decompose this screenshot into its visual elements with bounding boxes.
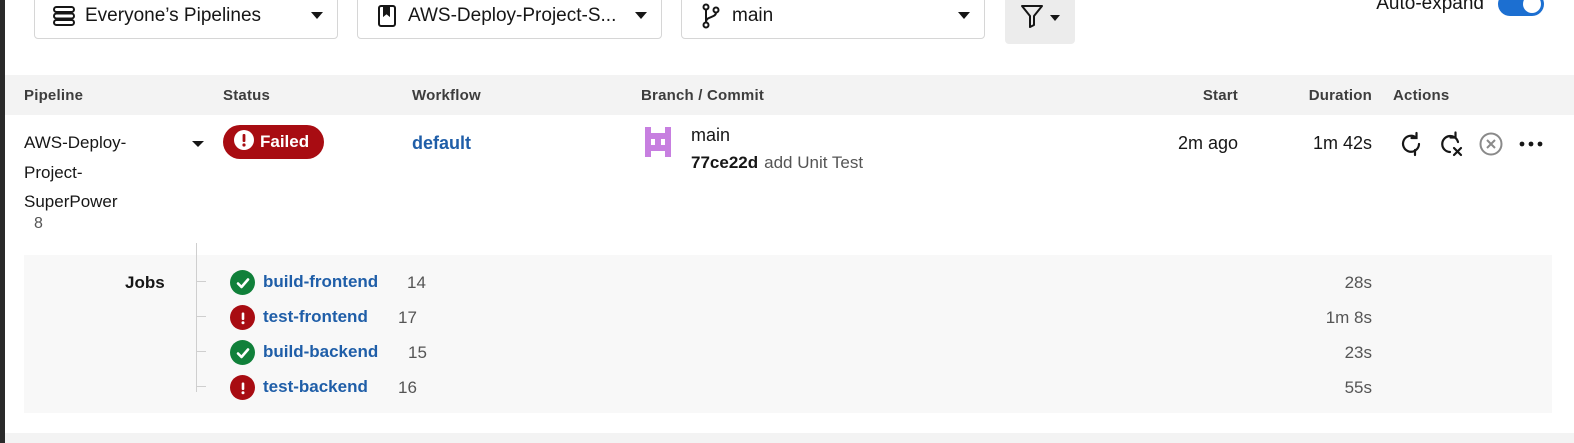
header-start: Start	[1202, 87, 1238, 104]
failed-icon	[230, 375, 255, 400]
duration: 1m 42s	[1312, 133, 1372, 153]
job-number: 15	[408, 343, 427, 362]
branch-name[interactable]: main	[691, 125, 730, 146]
rerun-failed-icon[interactable]	[1438, 131, 1464, 157]
job-duration: 28s	[1344, 273, 1372, 292]
commit-info: 77ce22d add Unit Test	[691, 153, 863, 173]
branch-dropdown-label: main	[732, 4, 774, 26]
table-header: Pipeline Status Workflow Branch / Commit…	[5, 75, 1574, 115]
workflow-link[interactable]: default	[412, 133, 471, 154]
start-time: 2m ago	[1177, 133, 1238, 153]
job-row: test-backend 16 55s	[24, 373, 1552, 403]
job-link[interactable]: test-frontend	[263, 307, 368, 327]
status-badge[interactable]: Failed	[223, 125, 325, 159]
branch-dropdown[interactable]: main	[681, 0, 985, 39]
header-branch-commit: Branch / Commit	[641, 87, 765, 104]
job-link[interactable]: build-backend	[263, 342, 378, 362]
header-workflow: Workflow	[412, 87, 481, 104]
tree-connector	[196, 386, 206, 387]
auto-expand-label: Auto-expand	[1376, 0, 1484, 14]
tree-connector	[196, 281, 206, 282]
pipelines-dropdown-label: Everyone’s Pipelines	[85, 4, 262, 26]
more-icon[interactable]	[1518, 131, 1544, 157]
filter-bar: Everyone’s Pipelines AWS-Deploy-Project-…	[0, 0, 1574, 75]
job-duration: 55s	[1344, 378, 1372, 397]
status-label: Failed	[260, 132, 310, 151]
chevron-down-icon	[1050, 15, 1060, 21]
git-branch-icon	[698, 3, 724, 29]
job-link[interactable]: test-backend	[263, 377, 368, 397]
success-icon	[230, 340, 255, 365]
job-duration: 23s	[1344, 343, 1372, 362]
auto-expand-control: Auto-expand	[1376, 0, 1544, 16]
job-row: test-frontend 17 1m 8s	[24, 303, 1552, 333]
expand-chevron-icon[interactable]	[192, 141, 204, 147]
pipelines-dropdown[interactable]: Everyone’s Pipelines	[34, 0, 338, 39]
jobs-panel: Jobs build-frontend 14 28s test-frontend…	[24, 255, 1552, 413]
pipeline-name[interactable]: AWS-Deploy-Project-SuperPower	[24, 128, 144, 217]
avatar	[641, 125, 675, 159]
failed-icon	[230, 305, 255, 330]
rerun-icon[interactable]	[1398, 131, 1424, 157]
header-status: Status	[223, 87, 271, 104]
cancel-icon[interactable]	[1478, 131, 1504, 157]
filter-button[interactable]	[1005, 0, 1075, 44]
header-pipeline: Pipeline	[24, 87, 84, 104]
project-dropdown-label: AWS-Deploy-Project-S...	[408, 4, 617, 26]
commit-hash[interactable]: 77ce22d	[691, 153, 758, 172]
job-row: build-frontend 14 28s	[24, 268, 1552, 298]
job-number: 14	[407, 273, 426, 292]
chevron-down-icon	[635, 12, 647, 19]
bookmark-icon	[374, 3, 400, 29]
job-link[interactable]: build-frontend	[263, 272, 378, 292]
job-number: 16	[398, 378, 417, 397]
jobs-tree-line	[196, 243, 197, 392]
auto-expand-toggle[interactable]	[1498, 0, 1544, 16]
tree-connector	[196, 316, 206, 317]
filter-icon	[1020, 3, 1044, 34]
success-icon	[230, 270, 255, 295]
failed-icon	[234, 129, 254, 155]
tree-connector	[196, 351, 206, 352]
next-row-band	[5, 433, 1574, 443]
header-duration: Duration	[1308, 87, 1372, 104]
job-row: build-backend 15 23s	[24, 338, 1552, 368]
commit-message: add Unit Test	[764, 153, 864, 172]
table-row: AWS-Deploy-Project-SuperPower 8 Failed d…	[5, 115, 1574, 243]
pipeline-number: 8	[34, 215, 43, 232]
actions-group	[1398, 131, 1544, 157]
chevron-down-icon	[311, 12, 323, 19]
job-number: 17	[398, 308, 417, 327]
job-duration: 1m 8s	[1325, 308, 1372, 327]
chevron-down-icon	[958, 12, 970, 19]
project-dropdown[interactable]: AWS-Deploy-Project-S...	[357, 0, 662, 39]
pipelines-icon	[51, 3, 77, 29]
header-actions: Actions	[1393, 87, 1450, 104]
